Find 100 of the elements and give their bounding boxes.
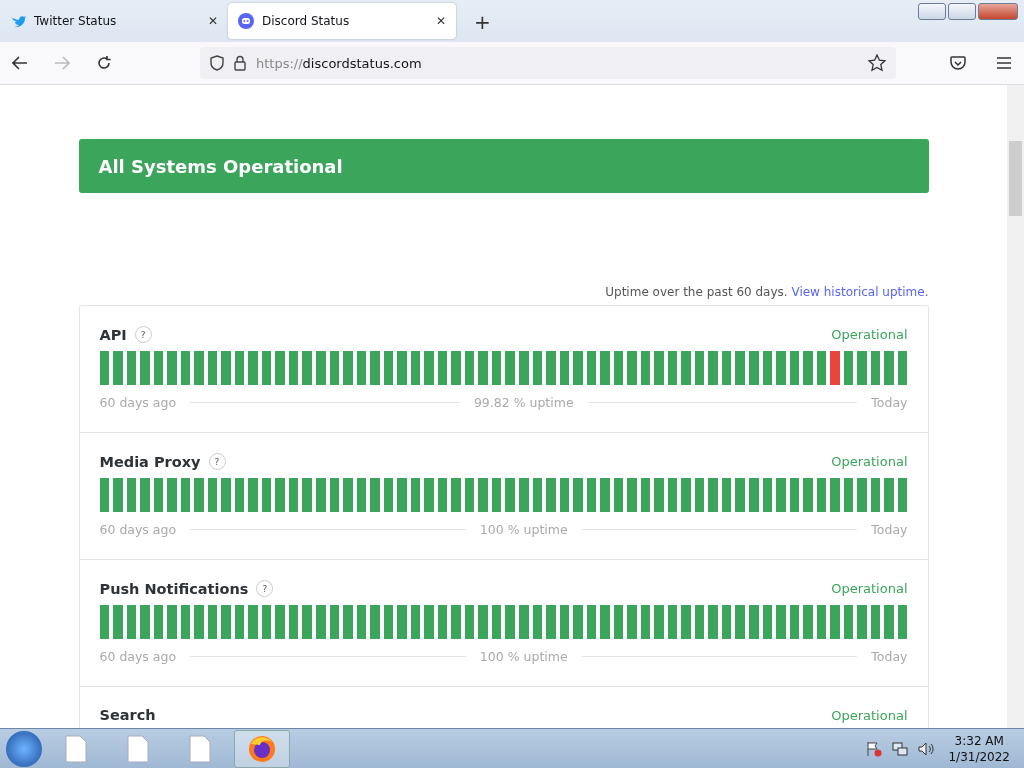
uptime-bar[interactable] [410,351,421,385]
uptime-bar[interactable] [870,605,881,639]
uptime-bar[interactable] [667,478,678,512]
taskbar-clock[interactable]: 3:32 AM 1/31/2022 [940,732,1018,765]
uptime-bar[interactable] [532,478,543,512]
new-tab-button[interactable]: + [474,10,491,34]
uptime-bar[interactable] [491,478,502,512]
uptime-bar[interactable] [721,351,732,385]
uptime-bar[interactable] [667,605,678,639]
uptime-bar[interactable] [518,605,529,639]
uptime-bar[interactable] [153,478,164,512]
uptime-bar[interactable] [329,605,340,639]
uptime-bar[interactable] [870,351,881,385]
uptime-bar[interactable] [694,605,705,639]
uptime-bar[interactable] [464,478,475,512]
uptime-bar[interactable] [613,605,624,639]
uptime-bar[interactable] [640,605,651,639]
restore-button[interactable] [948,3,976,20]
browser-tab[interactable]: Twitter Status ✕ [0,3,228,39]
uptime-bar[interactable] [153,351,164,385]
uptime-bar[interactable] [329,478,340,512]
file-icon[interactable] [189,734,211,763]
uptime-bar[interactable] [586,605,597,639]
uptime-bar[interactable] [843,351,854,385]
close-icon[interactable]: ✕ [207,14,218,28]
uptime-bar[interactable] [99,605,110,639]
uptime-bar[interactable] [897,605,908,639]
uptime-bar[interactable] [667,351,678,385]
uptime-bar[interactable] [897,478,908,512]
uptime-bar[interactable] [288,351,299,385]
uptime-bar[interactable] [234,605,245,639]
uptime-bar[interactable] [356,478,367,512]
network-icon[interactable] [892,740,909,757]
uptime-bar[interactable] [207,478,218,512]
uptime-bar[interactable] [234,351,245,385]
uptime-bar[interactable] [491,351,502,385]
uptime-bar[interactable] [816,605,827,639]
uptime-bar[interactable] [437,351,448,385]
uptime-bar[interactable] [721,478,732,512]
uptime-bar[interactable] [586,478,597,512]
uptime-bar[interactable] [762,478,773,512]
close-button[interactable] [978,3,1018,20]
uptime-bar[interactable] [410,605,421,639]
uptime-bar[interactable] [694,351,705,385]
uptime-bar[interactable] [870,478,881,512]
uptime-bar[interactable] [491,605,502,639]
menu-icon[interactable] [996,56,1012,70]
uptime-bar[interactable] [261,351,272,385]
uptime-bar[interactable] [99,351,110,385]
close-icon[interactable]: ✕ [435,14,446,28]
uptime-bar[interactable] [383,351,394,385]
forward-icon[interactable] [54,56,70,70]
speaker-icon[interactable] [918,740,935,757]
uptime-bar[interactable] [640,351,651,385]
uptime-bar[interactable] [816,351,827,385]
historical-uptime-link[interactable]: View historical uptime. [791,285,929,299]
uptime-bar[interactable] [207,351,218,385]
uptime-bar[interactable] [437,478,448,512]
uptime-bar[interactable] [126,351,137,385]
uptime-bar[interactable] [153,605,164,639]
uptime-bar[interactable] [383,478,394,512]
uptime-bar[interactable] [234,478,245,512]
uptime-bar[interactable] [99,478,110,512]
scrollbar[interactable] [1007,85,1024,728]
uptime-bar[interactable] [329,351,340,385]
flag-icon[interactable] [866,740,883,757]
uptime-bar[interactable] [180,478,191,512]
uptime-bar[interactable] [559,351,570,385]
file-icon[interactable] [127,734,149,763]
uptime-bar[interactable] [816,478,827,512]
uptime-bar[interactable] [356,605,367,639]
uptime-bar[interactable] [288,605,299,639]
uptime-bar[interactable] [762,605,773,639]
uptime-bar[interactable] [762,351,773,385]
uptime-bar[interactable] [789,605,800,639]
star-icon[interactable] [868,54,886,72]
uptime-bar[interactable] [559,478,570,512]
uptime-bar[interactable] [518,351,529,385]
uptime-bar[interactable] [532,351,543,385]
uptime-bar[interactable] [126,605,137,639]
uptime-bar[interactable] [410,478,421,512]
back-icon[interactable] [12,56,28,70]
uptime-bar[interactable] [261,605,272,639]
browser-tab[interactable]: Discord Status ✕ [228,3,456,39]
minimize-button[interactable] [918,3,946,20]
pocket-icon[interactable] [950,55,966,71]
uptime-bar[interactable] [356,351,367,385]
uptime-bar[interactable] [288,478,299,512]
uptime-bar[interactable] [532,605,543,639]
uptime-bar[interactable] [383,605,394,639]
start-button[interactable] [6,730,42,767]
uptime-bar[interactable] [207,605,218,639]
uptime-bar[interactable] [261,478,272,512]
uptime-bar[interactable] [437,605,448,639]
uptime-bar[interactable] [518,478,529,512]
shield-icon[interactable] [210,55,224,71]
lock-icon[interactable] [234,55,246,71]
uptime-bar[interactable] [897,351,908,385]
uptime-bar[interactable] [843,605,854,639]
reload-icon[interactable] [96,55,112,71]
